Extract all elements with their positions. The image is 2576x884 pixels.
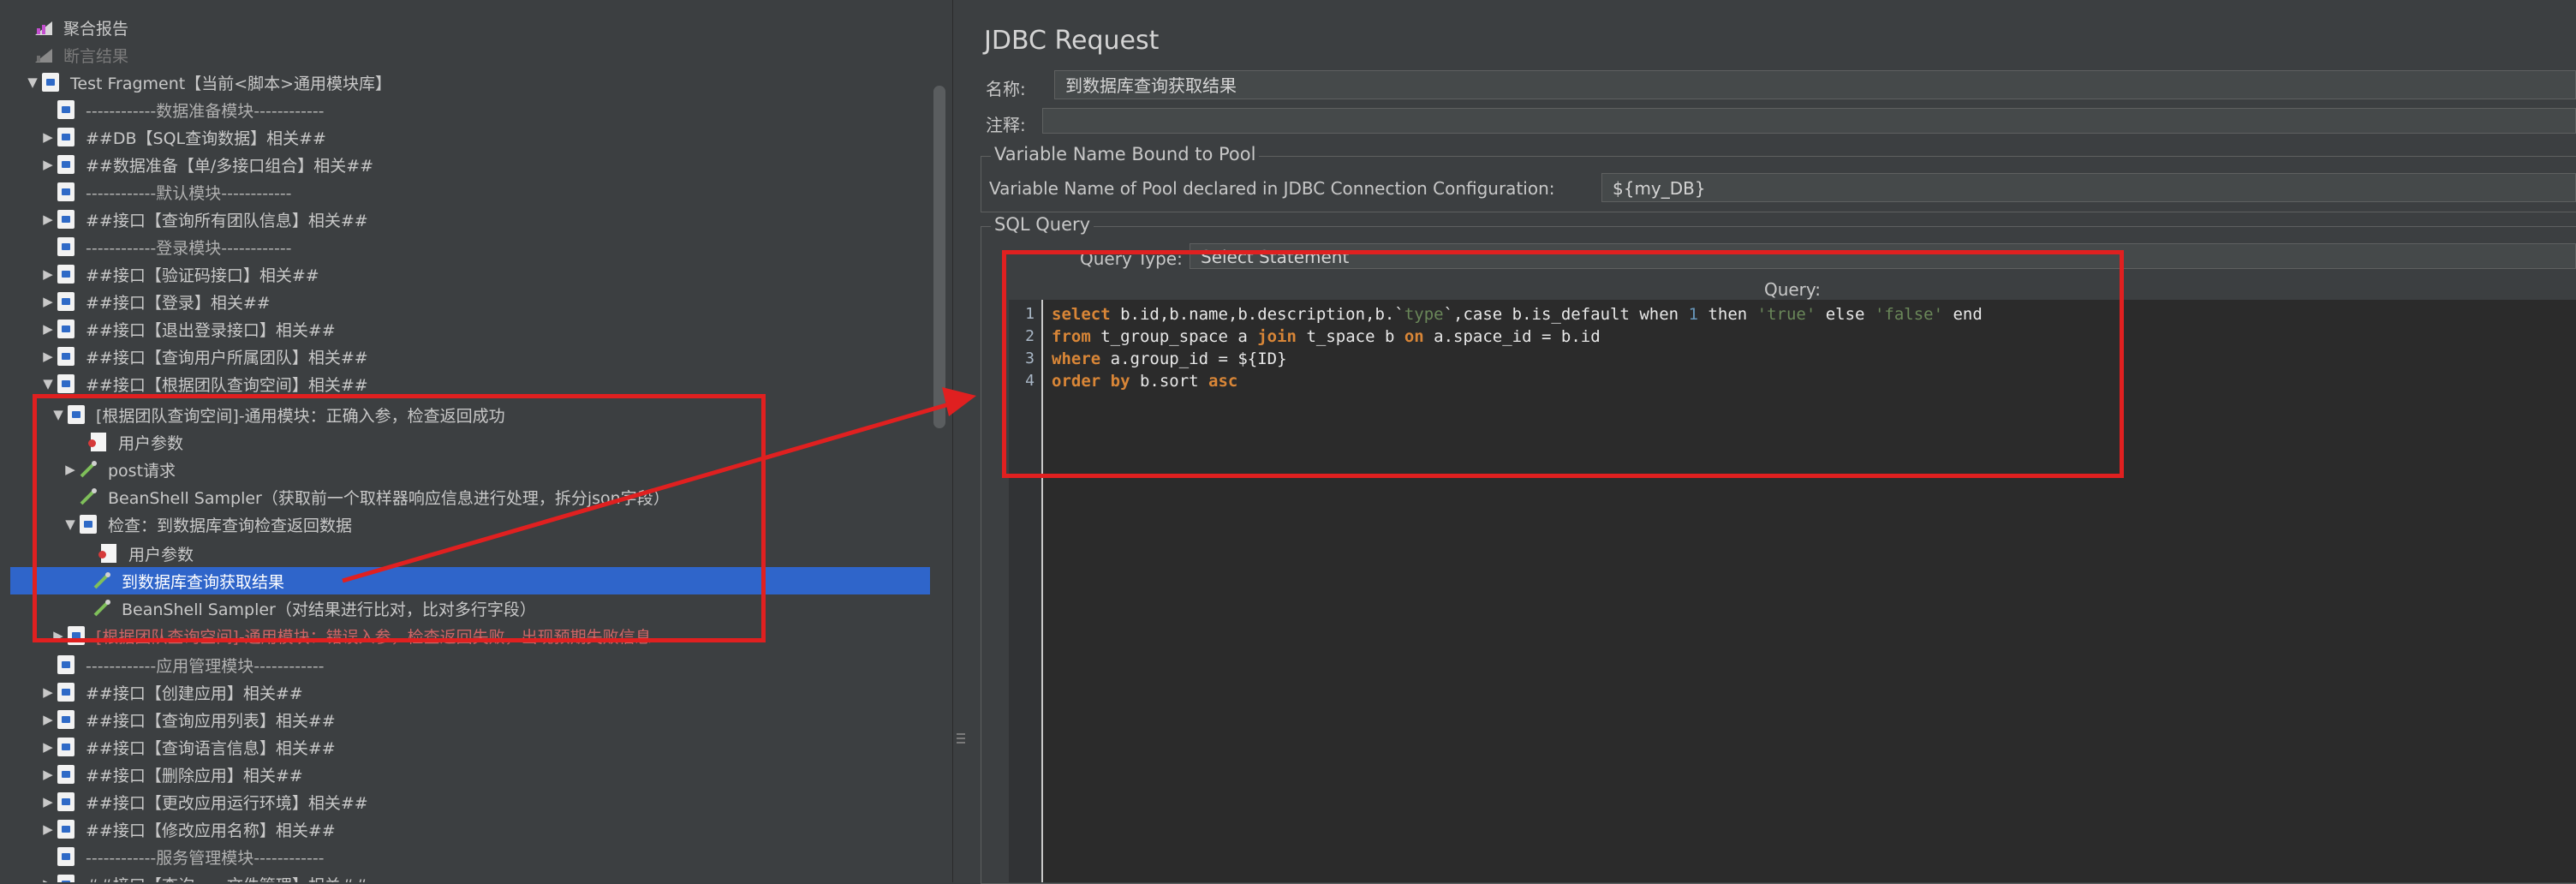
annotation-arrow-icon bbox=[342, 387, 976, 583]
